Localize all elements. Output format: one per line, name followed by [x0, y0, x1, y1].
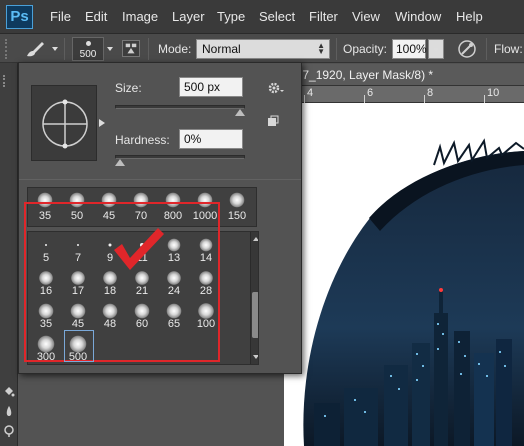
menu-view[interactable]: View	[352, 9, 380, 24]
separator	[336, 38, 337, 60]
scroll-down-icon[interactable]	[253, 355, 258, 359]
menu-layer[interactable]: Layer	[172, 9, 205, 24]
ruler-number: 10	[487, 87, 500, 99]
caret-right-icon	[99, 119, 105, 127]
crosshair-icon	[42, 99, 88, 149]
document-tab[interactable]: 667_1920, Layer Mask/8) *	[284, 64, 524, 86]
opacity-input[interactable]: 100%	[392, 39, 427, 59]
ruler-tick	[364, 95, 365, 103]
ruler-tick	[484, 95, 485, 103]
tools-panel	[0, 63, 18, 446]
size-slider-thumb[interactable]	[235, 109, 245, 116]
menu-filter[interactable]: Filter	[309, 9, 338, 24]
gear-icon[interactable]	[267, 81, 285, 95]
photoshop-logo-icon: Ps	[6, 5, 33, 29]
options-bar-grip[interactable]	[5, 39, 9, 59]
hardness-slider[interactable]	[115, 155, 245, 159]
panel-grip[interactable]	[3, 75, 7, 87]
tool-preset-dropdown-icon[interactable]	[52, 47, 58, 51]
brush-size-display: 500	[79, 49, 97, 60]
separator	[486, 38, 487, 60]
brush-size-label: 150	[227, 210, 247, 222]
ruler-tick	[424, 95, 425, 103]
size-input[interactable]: 500 px	[179, 77, 243, 97]
flow-label: Flow:	[494, 42, 523, 56]
ruler-number: 8	[427, 87, 434, 99]
blur-icon[interactable]	[3, 405, 15, 417]
mode-value: Normal	[202, 42, 241, 56]
airbrush-icon[interactable]	[456, 39, 478, 59]
chevron-down-icon	[433, 48, 439, 52]
mode-label: Mode:	[158, 42, 192, 56]
brush-preset-picker[interactable]: 500	[72, 37, 104, 61]
ruler-number: 6	[367, 87, 374, 99]
paint-bucket-icon[interactable]	[3, 385, 15, 397]
menu-select[interactable]: Select	[259, 9, 295, 24]
brush-icon[interactable]	[24, 40, 48, 58]
menu-edit[interactable]: Edit	[85, 9, 107, 24]
size-slider[interactable]	[115, 105, 245, 109]
menu-bar: Ps File Edit Image Layer Type Select Fil…	[0, 0, 524, 34]
document-canvas[interactable]	[284, 103, 524, 446]
horizontal-ruler: 4 6 8 10	[284, 86, 524, 103]
hardness-input[interactable]: 0%	[179, 129, 243, 149]
scroll-up-icon[interactable]	[253, 237, 258, 241]
menu-image[interactable]: Image	[122, 9, 158, 24]
brush-picker-dropdown-icon[interactable]	[107, 47, 113, 51]
hardness-slider-thumb[interactable]	[115, 159, 125, 166]
brush-tip-icon	[86, 41, 91, 46]
spinner-icon: ▲ ▼	[317, 41, 325, 56]
city-photo-image	[303, 138, 524, 446]
opacity-dropdown[interactable]	[428, 39, 444, 59]
checkmark-icon	[114, 228, 164, 270]
opacity-label: Opacity:	[343, 42, 388, 56]
toggle-brush-panel-icon[interactable]	[122, 40, 140, 57]
menu-file[interactable]: File	[50, 9, 71, 24]
menu-help[interactable]: Help	[456, 9, 483, 24]
document-tab-title: 667_1920, Layer Mask/8) *	[289, 68, 434, 82]
size-label: Size:	[115, 81, 142, 95]
mode-select[interactable]: Normal ▲ ▼	[196, 39, 330, 59]
separator	[64, 38, 65, 60]
new-preset-icon[interactable]	[267, 115, 279, 127]
brush-tip-icon	[229, 192, 245, 208]
menu-window[interactable]: Window	[395, 9, 441, 24]
selected-brush-outline	[64, 330, 94, 362]
scrollbar-thumb[interactable]	[252, 292, 258, 338]
recent-brush-item[interactable]: 150	[222, 188, 252, 226]
brush-angle-preview[interactable]	[31, 85, 97, 161]
separator	[148, 38, 149, 60]
panel-divider	[19, 179, 301, 180]
ruler-tick	[304, 95, 305, 103]
preset-list-scrollbar[interactable]	[250, 232, 258, 364]
hardness-label: Hardness:	[115, 133, 170, 147]
dodge-icon[interactable]	[3, 425, 15, 437]
menu-type[interactable]: Type	[217, 9, 245, 24]
ruler-number: 4	[307, 87, 314, 99]
options-bar: 500 Mode: Normal ▲ ▼ Opacity: 100% Flow:	[0, 34, 524, 63]
